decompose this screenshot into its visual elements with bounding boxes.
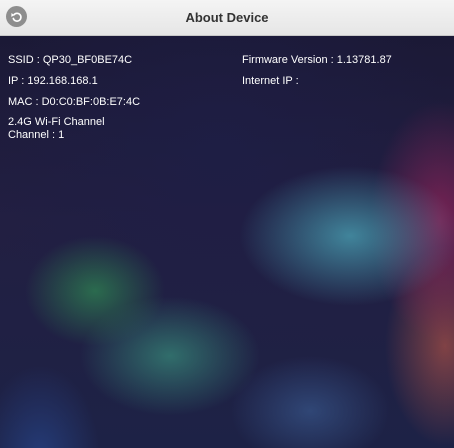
ip-text: IP : 192.168.168.1 <box>8 75 98 87</box>
header-bar: About Device <box>0 0 454 36</box>
firmware-version-text: Firmware Version : 1.13781.87 <box>242 54 392 66</box>
page-title: About Device <box>185 10 269 25</box>
wifi-channel-label: 2.4G Wi-Fi Channel <box>8 116 105 128</box>
internet-ip-text: Internet IP : <box>242 75 299 87</box>
device-info-panel: SSID : QP30_BF0BE74C IP : 192.168.168.1 … <box>0 36 454 448</box>
mac-text: MAC : D0:C0:BF:0B:E7:4C <box>8 96 141 108</box>
channel-text: Channel : 1 <box>8 129 65 141</box>
ssid-text: SSID : QP30_BF0BE74C <box>8 54 133 66</box>
